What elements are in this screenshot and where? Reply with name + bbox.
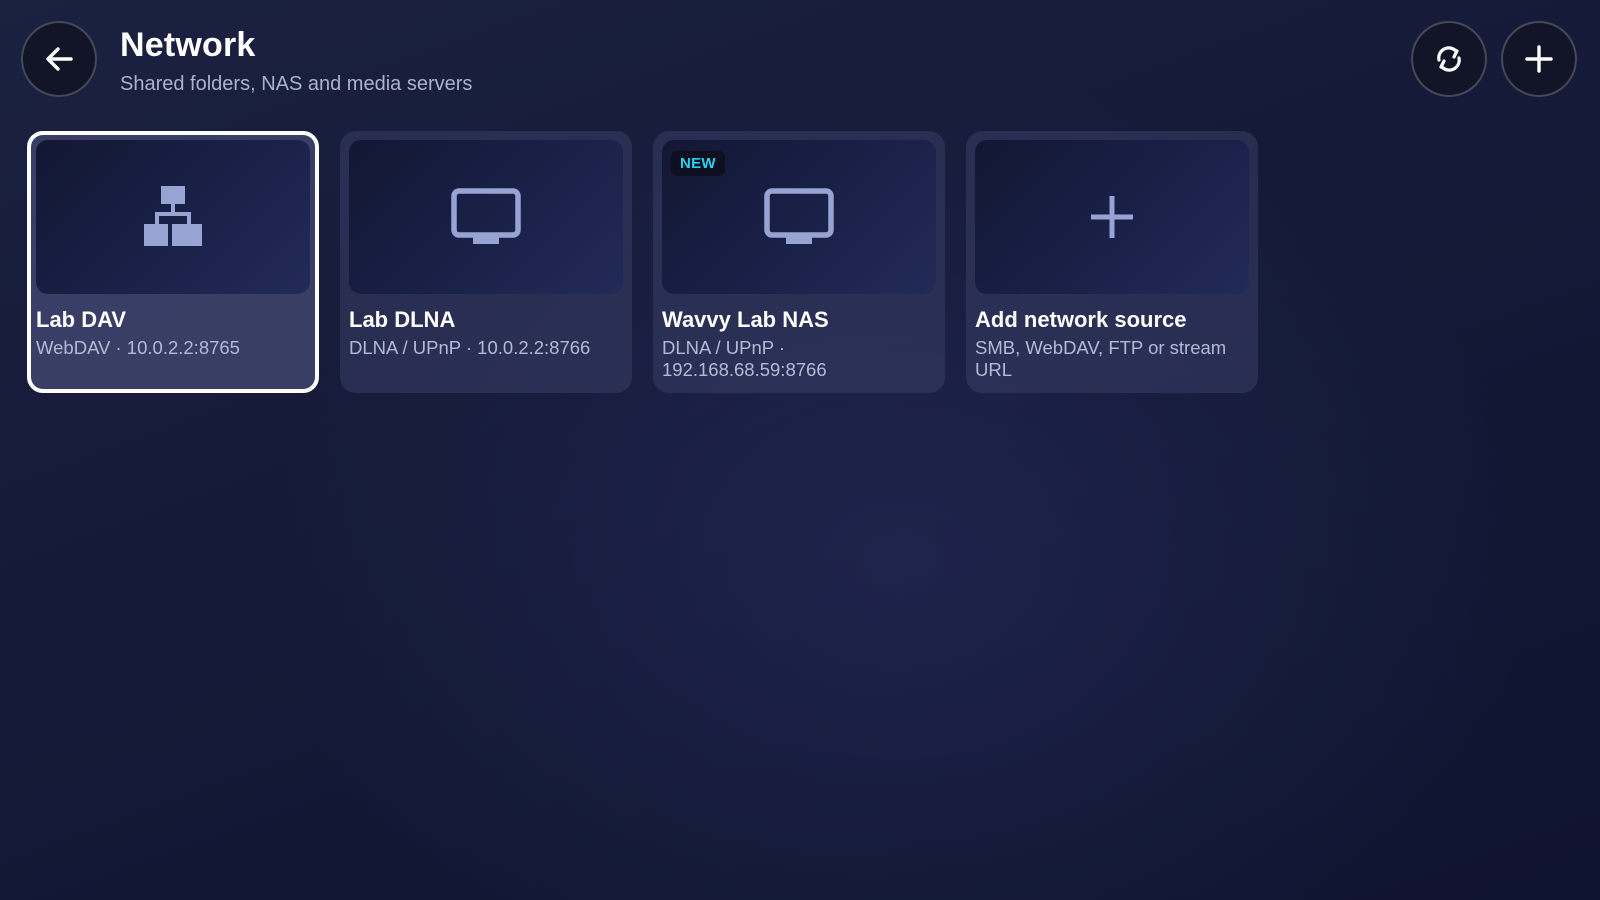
card-subtitle: DLNA / UPnP · 192.168.68.59:8766	[662, 337, 827, 380]
refresh-icon	[1437, 46, 1461, 72]
network-tree-icon	[144, 186, 202, 246]
card-thumbnail	[975, 140, 1249, 294]
card-subtitle: SMB, WebDAV, FTP or stream URL	[975, 337, 1227, 380]
new-badge: NEW	[671, 151, 725, 176]
add-network-source-card[interactable]: Add network source SMB, WebDAV, FTP or s…	[966, 131, 1258, 393]
card-subtitle: DLNA / UPnP · 10.0.2.2:8766	[349, 337, 591, 358]
card-title: Lab DAV	[36, 307, 127, 332]
refresh-button[interactable]	[1411, 21, 1487, 97]
card-title: Lab DLNA	[349, 307, 456, 332]
source-card-wavvy-lab-nas[interactable]: NEW Wavvy Lab NAS DLNA / UPnP · 192.168.…	[653, 131, 945, 393]
page-subtitle: Shared folders, NAS and media servers	[120, 73, 473, 95]
plus-icon	[1091, 196, 1133, 238]
card-title: Wavvy Lab NAS	[662, 307, 829, 332]
card-thumbnail	[36, 140, 310, 294]
card-thumbnail: NEW	[662, 140, 936, 294]
network-sources-grid: Lab DAV WebDAV · 10.0.2.2:8765 Lab DLNA …	[27, 131, 1258, 393]
card-thumbnail	[349, 140, 623, 294]
plus-icon	[1525, 45, 1553, 73]
source-card-lab-dav[interactable]: Lab DAV WebDAV · 10.0.2.2:8765	[27, 131, 319, 393]
card-title: Add network source	[975, 307, 1187, 332]
back-button[interactable]	[21, 21, 97, 97]
top-bar: Network Shared folders, NAS and media se…	[0, 0, 1600, 110]
arrow-left-icon	[46, 47, 73, 71]
monitor-icon	[764, 188, 834, 244]
page-title: Network	[120, 26, 256, 64]
card-subtitle: WebDAV · 10.0.2.2:8765	[36, 337, 240, 358]
monitor-icon	[451, 188, 521, 244]
add-button[interactable]	[1501, 21, 1577, 97]
source-card-lab-dlna[interactable]: Lab DLNA DLNA / UPnP · 10.0.2.2:8766	[340, 131, 632, 393]
